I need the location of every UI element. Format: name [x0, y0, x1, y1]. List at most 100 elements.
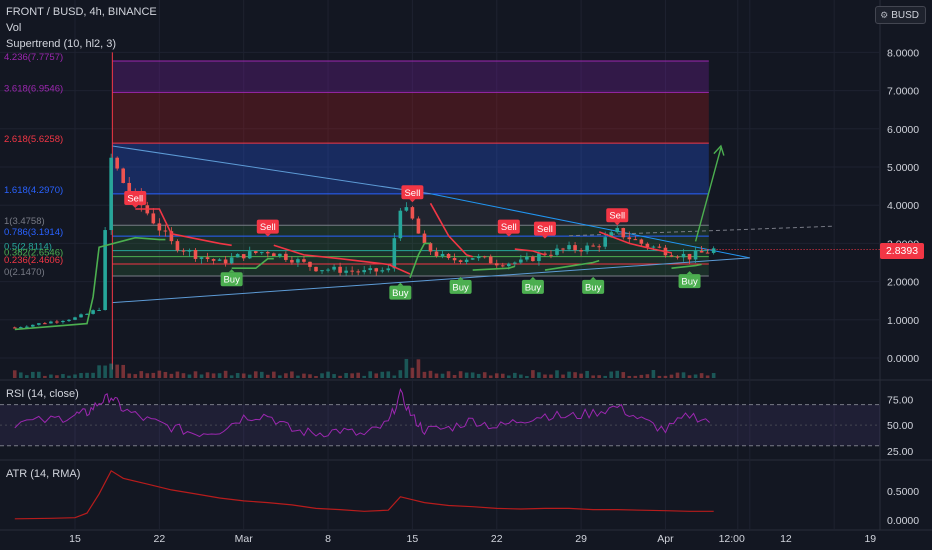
price-tick-label: 1.0000: [887, 315, 919, 327]
currency-label: BUSD: [891, 10, 919, 21]
rsi-tick-label: 25.00: [887, 446, 913, 458]
candle-body: [392, 238, 397, 269]
volume-bar: [525, 375, 529, 378]
volume-bar: [73, 374, 77, 378]
volume-bar: [290, 371, 294, 378]
fib-level-label: 0.786(3.1914): [4, 227, 63, 238]
candle-body: [398, 210, 403, 239]
volume-bar: [55, 375, 59, 378]
volume-bar: [223, 370, 228, 378]
volume-bar: [85, 372, 89, 378]
fib-level-label: 3.618(6.9546): [4, 83, 63, 94]
volume-bar: [253, 371, 258, 378]
candle-body: [338, 266, 342, 273]
volume-bar: [392, 375, 397, 378]
candle-body: [374, 268, 379, 272]
volume-bar: [398, 370, 403, 378]
volume-bar: [422, 371, 427, 378]
candle-body: [332, 266, 336, 270]
rsi-tick-label: 50.00: [887, 420, 913, 432]
volume-bar: [145, 373, 150, 378]
candle-body: [476, 256, 481, 259]
volume-bar: [428, 370, 433, 378]
volume-bar: [211, 373, 216, 378]
candle-body: [458, 260, 463, 262]
candle-body: [591, 245, 595, 247]
volume-bar: [380, 371, 385, 378]
candle-body: [513, 262, 517, 264]
candle-body: [211, 259, 216, 261]
candle-body: [121, 168, 125, 183]
candle-body: [356, 271, 360, 273]
candle-body: [531, 256, 535, 262]
fib-level-label: 0(2.1470): [4, 267, 45, 278]
volume-bar: [205, 372, 210, 378]
price-tick-label: 0.0000: [887, 353, 919, 365]
volume-bar: [561, 374, 565, 378]
candle-body: [25, 326, 29, 328]
volume-bar: [693, 374, 698, 378]
candle-body: [37, 323, 41, 325]
volume-bar: [326, 371, 330, 378]
sell-signal-label: Sell: [404, 188, 420, 199]
time-tick-label: 8: [325, 533, 331, 545]
volume-bar: [308, 374, 312, 378]
candle-body: [597, 246, 601, 248]
volume-bar: [272, 371, 276, 378]
candle-body: [687, 253, 692, 260]
candle-body: [452, 258, 457, 261]
volume-bar: [49, 374, 53, 378]
candle-body: [621, 228, 626, 238]
volume-bar: [531, 370, 535, 378]
volume-bar: [494, 373, 499, 378]
candle-body: [284, 253, 288, 260]
candle-body: [410, 207, 415, 219]
volume-bar: [681, 372, 686, 378]
candle-body: [669, 255, 674, 257]
volume-bar: [302, 373, 306, 378]
volume-bar: [314, 375, 318, 378]
volume-bar: [597, 375, 601, 378]
volume-bar: [687, 375, 692, 378]
volume-bar: [609, 371, 614, 378]
chart-canvas[interactable]: 4.236(7.7757) 3.618(6.9546) 2.618(5.6258) 1…: [0, 0, 932, 550]
candle-body: [464, 259, 469, 262]
volume-bar: [446, 371, 451, 378]
volume-bar: [663, 375, 668, 378]
candle-body: [175, 241, 180, 251]
time-tick-label: 29: [575, 533, 587, 545]
candle-body: [278, 253, 282, 257]
volume-bar: [500, 373, 505, 378]
vol-label: Vol: [6, 22, 22, 34]
candle-body: [241, 254, 246, 259]
candle-body: [181, 250, 186, 252]
candle-body: [223, 259, 228, 264]
candle-body: [199, 257, 204, 259]
candle-body: [693, 250, 698, 260]
volume-bar: [410, 367, 415, 378]
candle-body: [12, 327, 17, 329]
candle-body: [205, 257, 210, 260]
volume-bar: [585, 370, 589, 378]
last-price-tag: 2.8393: [880, 243, 924, 259]
currency-button[interactable]: ⚙ BUSD: [875, 6, 926, 24]
volume-bar: [37, 371, 41, 378]
candle-body: [235, 254, 240, 258]
volume-bar: [229, 375, 234, 378]
candle-body: [386, 268, 391, 271]
volume-bar: [404, 358, 409, 378]
candle-body: [627, 237, 632, 240]
volume-bar: [79, 373, 83, 378]
candle-body: [320, 270, 324, 272]
supertrend-label: Supertrend (10, hl2, 3): [6, 38, 117, 50]
volume-bar: [103, 365, 107, 378]
candle-body: [49, 321, 53, 324]
volume-bar: [675, 372, 680, 378]
candle-body: [67, 319, 71, 321]
candle-body: [488, 256, 493, 264]
volume-bar: [519, 374, 523, 378]
volume-bar: [151, 372, 156, 378]
gear-icon: ⚙: [880, 10, 889, 20]
volume-bar: [139, 371, 144, 378]
volume-bar: [699, 373, 704, 378]
